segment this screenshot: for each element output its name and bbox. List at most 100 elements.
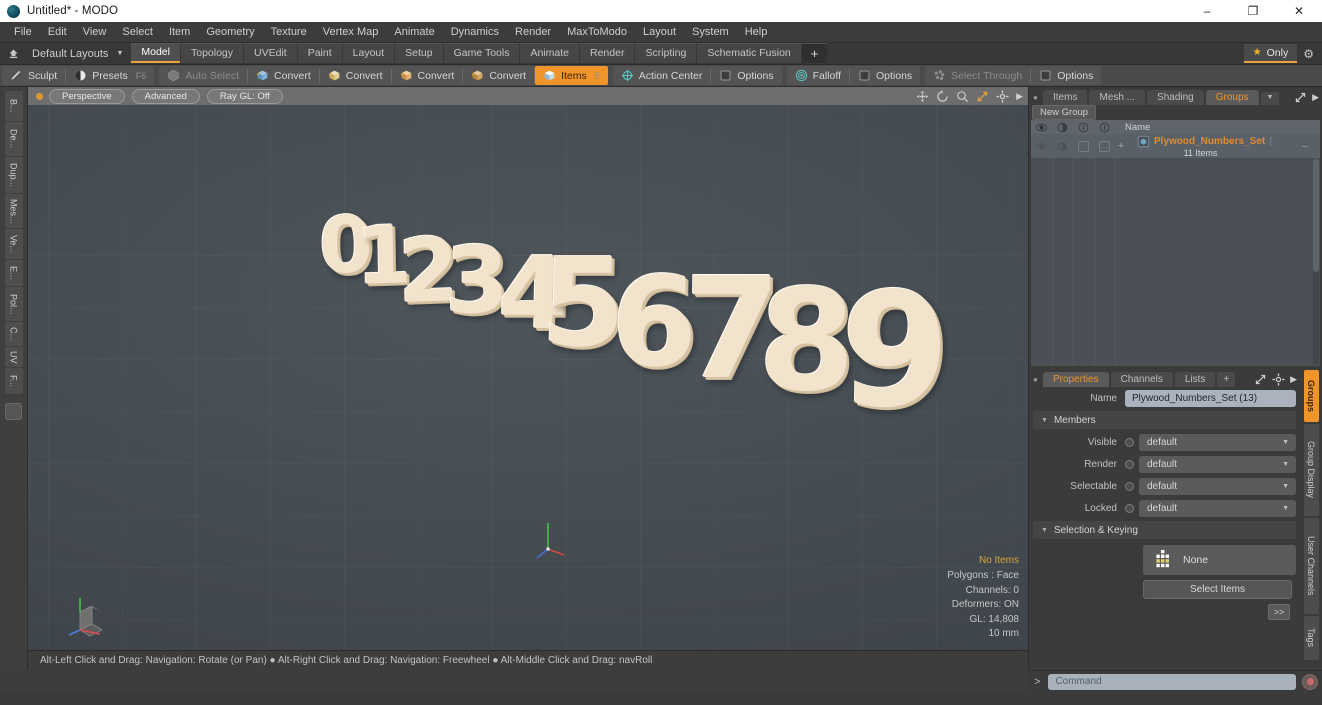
- minimize-button[interactable]: –: [1184, 0, 1230, 22]
- viewport-raygl-pill[interactable]: Ray GL: Off: [206, 88, 283, 104]
- selection-keying-section-header[interactable]: ▼ Selection & Keying: [1033, 521, 1296, 539]
- menu-item-file[interactable]: File: [6, 24, 40, 40]
- properties-side-tab-tags[interactable]: Tags: [1303, 616, 1319, 660]
- left-strip-tab-4[interactable]: Ve...: [4, 229, 23, 259]
- chevron-right-icon[interactable]: ▶: [1290, 374, 1297, 385]
- left-strip-tab-8[interactable]: UV: [4, 347, 23, 367]
- select-items-button[interactable]: Select Items: [1143, 580, 1292, 599]
- add-layout-tab-button[interactable]: +: [801, 42, 828, 63]
- property-override-toggle-selectable[interactable]: [1125, 481, 1134, 491]
- row-lock-checkbox[interactable]: [1094, 134, 1115, 158]
- menu-item-select[interactable]: Select: [114, 24, 161, 40]
- command-input[interactable]: Command: [1048, 673, 1296, 690]
- left-strip-extra-button[interactable]: [5, 403, 22, 420]
- layout-tab-topology[interactable]: Topology: [180, 42, 244, 63]
- menu-item-view[interactable]: View: [75, 24, 115, 40]
- move-icon[interactable]: [916, 90, 929, 103]
- property-override-toggle-render[interactable]: [1125, 459, 1134, 469]
- row-expander-icon[interactable]: +: [1115, 134, 1127, 158]
- row-eye-icon[interactable]: [1031, 134, 1052, 158]
- left-strip-tab-5[interactable]: E...: [4, 260, 23, 286]
- home-layout-icon[interactable]: [0, 47, 26, 60]
- left-strip-tab-6[interactable]: Pol...: [4, 287, 23, 321]
- left-strip-tab-2[interactable]: Dup...: [4, 157, 23, 193]
- viewport-shading-pill[interactable]: Advanced: [131, 88, 200, 104]
- groups-tree-body[interactable]: [1031, 158, 1320, 366]
- item-panel-tab-groups[interactable]: Groups: [1205, 90, 1259, 105]
- gear-icon[interactable]: [1272, 373, 1285, 386]
- property-select-selectable[interactable]: default ▼: [1139, 477, 1296, 495]
- toolbar-button-convert[interactable]: Convert: [248, 66, 319, 85]
- expand-icon[interactable]: [1294, 91, 1307, 104]
- viewport-projection-pill[interactable]: Perspective: [49, 88, 125, 104]
- default-layouts-label[interactable]: Default Layouts: [26, 48, 114, 60]
- row-render-icon[interactable]: [1052, 134, 1073, 158]
- property-override-toggle-visible[interactable]: [1125, 437, 1134, 447]
- lock-icon[interactable]: [1094, 121, 1115, 134]
- layout-tab-schematic-fusion[interactable]: Schematic Fusion: [697, 42, 801, 63]
- menu-item-help[interactable]: Help: [737, 24, 776, 40]
- layout-tab-game-tools[interactable]: Game Tools: [443, 42, 520, 63]
- item-panel-tab-items[interactable]: Items: [1043, 90, 1088, 105]
- properties-tab-channels[interactable]: Channels: [1110, 372, 1173, 387]
- menu-item-edit[interactable]: Edit: [40, 24, 75, 40]
- gear-icon[interactable]: ⚙: [1299, 47, 1318, 61]
- expand-icon[interactable]: [1254, 373, 1267, 386]
- item-tabs-overflow-caret[interactable]: ▼: [1260, 92, 1280, 105]
- toolbar-button-convert[interactable]: Convert: [392, 66, 463, 85]
- item-panel-tab-shading[interactable]: Shading: [1147, 90, 1204, 105]
- property-override-toggle-locked[interactable]: [1125, 503, 1134, 513]
- toolbar-button-select-through[interactable]: Select Through: [925, 66, 1030, 85]
- new-group-button[interactable]: New Group: [1032, 105, 1097, 120]
- layout-tab-model[interactable]: Model: [131, 42, 180, 63]
- properties-tab-properties[interactable]: Properties: [1043, 372, 1109, 387]
- toolbar-button-falloff[interactable]: Falloff: [787, 66, 849, 85]
- left-strip-tab-0[interactable]: B...: [4, 91, 23, 121]
- left-strip-tab-9[interactable]: F...: [4, 368, 23, 394]
- properties-tab-add[interactable]: +: [1217, 372, 1236, 387]
- toolbar-button-sculpt[interactable]: Sculpt: [2, 66, 65, 85]
- groups-tree-scrollbar[interactable]: [1313, 159, 1319, 365]
- info-icon[interactable]: [1073, 121, 1094, 134]
- properties-tab-lists[interactable]: Lists: [1174, 372, 1216, 387]
- chevron-right-icon[interactable]: ▶: [1312, 92, 1319, 103]
- toolbar-button-items[interactable]: Items 5: [535, 66, 608, 85]
- menu-item-dynamics[interactable]: Dynamics: [443, 24, 507, 40]
- panel-menu-dot-icon[interactable]: ●: [1033, 89, 1043, 105]
- layout-tab-layout[interactable]: Layout: [342, 42, 395, 63]
- properties-side-tab-user-channels[interactable]: User Channels: [1303, 518, 1319, 614]
- toolbar-button-presets[interactable]: Presets F6: [66, 66, 154, 85]
- row-collapse-icon[interactable]: –: [1302, 134, 1320, 158]
- chevron-down-icon[interactable]: ▼: [1282, 483, 1289, 490]
- render-icon[interactable]: [1052, 121, 1073, 134]
- toolbar-button-convert[interactable]: Convert: [320, 66, 391, 85]
- record-icon[interactable]: [1302, 673, 1318, 690]
- rotate-icon[interactable]: [936, 89, 949, 103]
- chevron-down-icon[interactable]: ▼: [1282, 439, 1289, 446]
- groups-tree[interactable]: Name + Plywood_Numbers_Set (11 Items –: [1031, 120, 1320, 366]
- menu-item-geometry[interactable]: Geometry: [198, 24, 262, 40]
- maximize-button[interactable]: ❐: [1230, 0, 1276, 22]
- chevron-down-icon[interactable]: ▼: [116, 50, 123, 57]
- menu-item-vertex-map[interactable]: Vertex Map: [315, 24, 387, 40]
- viewport-menu-dot-icon[interactable]: [36, 92, 43, 100]
- toolbar-button-options[interactable]: Options: [850, 66, 920, 85]
- property-select-visible[interactable]: default ▼: [1139, 433, 1296, 451]
- layout-tab-render[interactable]: Render: [580, 42, 635, 63]
- toolbar-button-auto-select[interactable]: Auto Select: [159, 66, 247, 85]
- left-strip-tab-3[interactable]: Mes...: [4, 194, 23, 228]
- menu-item-maxtomodo[interactable]: MaxToModo: [559, 24, 635, 40]
- menu-item-render[interactable]: Render: [507, 24, 559, 40]
- chevron-right-icon[interactable]: ▶: [1016, 91, 1023, 102]
- menu-item-layout[interactable]: Layout: [635, 24, 684, 40]
- 3d-viewport[interactable]: 0123456789 No Items Polygons : Face Chan…: [28, 105, 1028, 650]
- toolbar-button-options[interactable]: Options: [711, 66, 781, 85]
- layout-tab-uvedit[interactable]: UVEdit: [244, 42, 297, 63]
- menu-item-system[interactable]: System: [684, 24, 737, 40]
- toolbar-button-action-center[interactable]: Action Center: [613, 66, 711, 85]
- row-info-checkbox[interactable]: [1073, 134, 1094, 158]
- zoom-icon[interactable]: [956, 90, 969, 103]
- item-panel-tab-mesh[interactable]: Mesh ...: [1089, 90, 1146, 105]
- layout-tab-scripting[interactable]: Scripting: [635, 42, 697, 63]
- name-field[interactable]: Plywood_Numbers_Set (13): [1125, 389, 1296, 407]
